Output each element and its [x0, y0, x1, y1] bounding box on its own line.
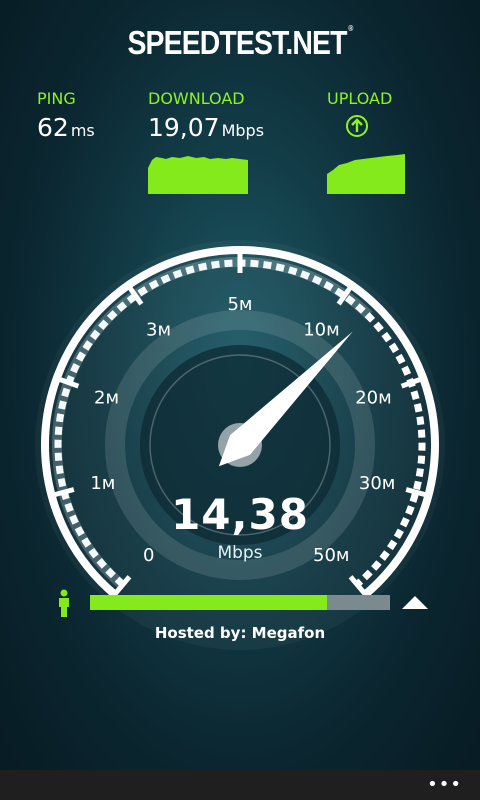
hosted-by-text: Hosted by: Megafon	[154, 624, 326, 642]
current-speed-value: 14,38	[171, 490, 309, 539]
gauge-scale-label: 3м	[146, 320, 171, 341]
test-progress-bar	[90, 595, 390, 610]
gauge-scale-label: 20м	[355, 387, 391, 408]
gauge-scale-label: 5м	[227, 294, 252, 315]
gauge-scale-label: 2м	[94, 387, 119, 408]
speed-gauge: 01м2м3м5м10м20м30м50м	[35, 240, 445, 650]
test-progress-fill	[90, 595, 327, 610]
gauge-scale-label: 10м	[303, 320, 339, 341]
person-icon	[59, 589, 69, 617]
current-speed-unit: Mbps	[217, 543, 263, 563]
server-icon	[402, 596, 428, 609]
more-options-button[interactable]: •••	[427, 774, 462, 795]
app-bar: •••	[0, 770, 480, 800]
needle-hub	[218, 423, 262, 467]
